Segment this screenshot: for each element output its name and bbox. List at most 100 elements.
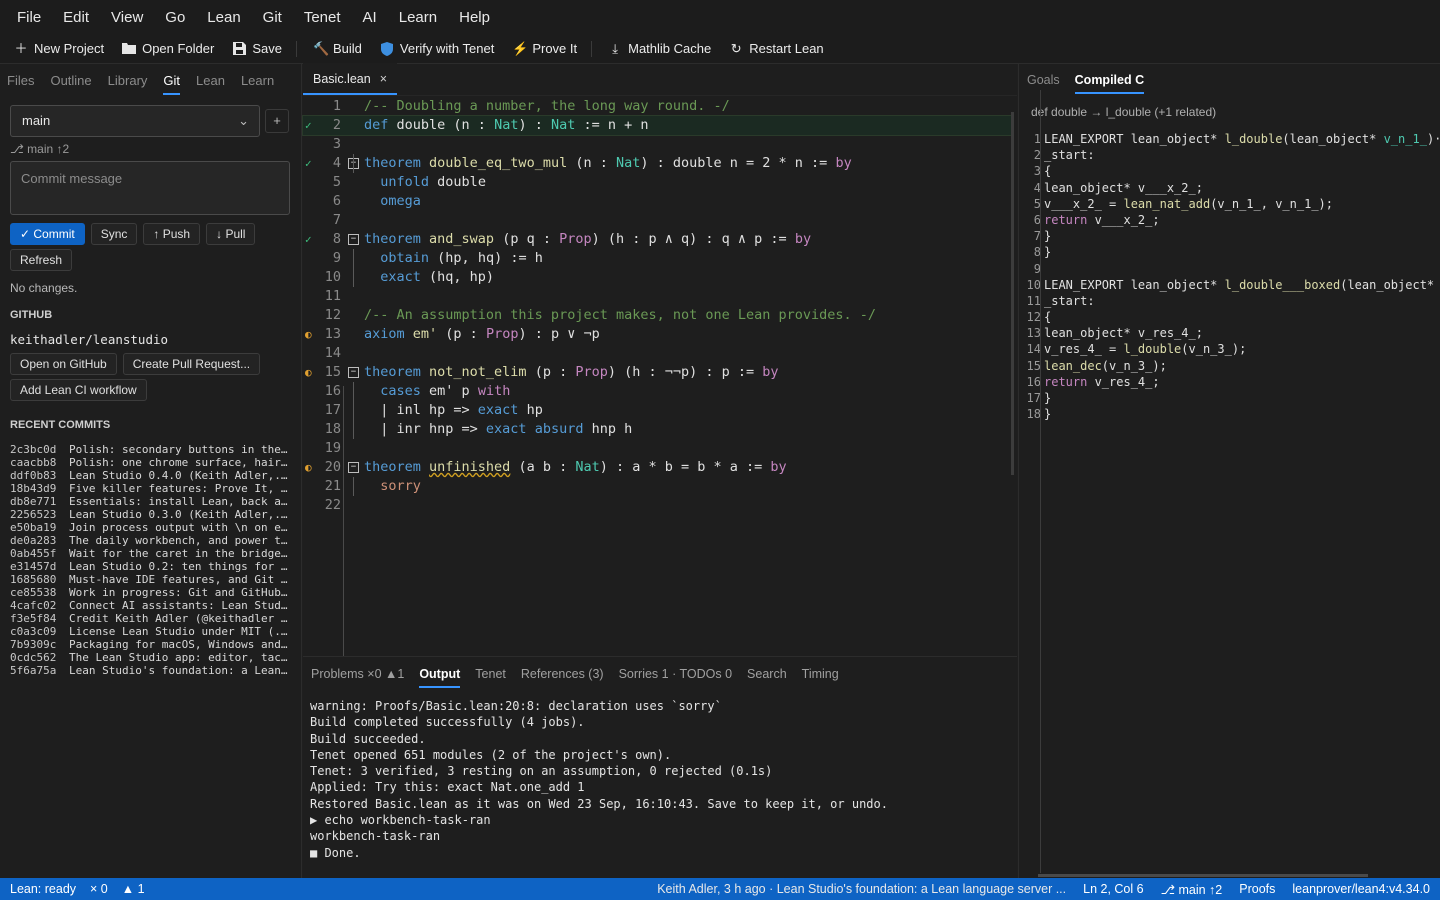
menu-file[interactable]: File	[6, 9, 52, 26]
menu-go[interactable]: Go	[154, 9, 196, 26]
menu-tenet[interactable]: Tenet	[293, 9, 352, 26]
code-line[interactable]: 6 omega	[303, 192, 1013, 211]
tab-goals[interactable]: Goals	[1027, 67, 1060, 93]
code-line[interactable]: 20 ◐ − theorem unfinished (a b : Nat) : a *…	[303, 458, 1013, 477]
close-icon[interactable]: ×	[380, 72, 387, 86]
code-line[interactable]: 19	[303, 439, 1013, 458]
pull-button[interactable]: ↓ Pull	[206, 223, 256, 245]
commit-row[interactable]: 7b9309c Packaging for macOS, Windows and.…	[10, 638, 292, 651]
code-line[interactable]: 4✓−theorem double_eq_two_mul (n : Nat) :…	[303, 154, 1013, 173]
commit-row[interactable]: ddf0b83 Lean Studio 0.4.0 (Keith Adler,..…	[10, 469, 292, 482]
editor-scrollbar[interactable]	[1011, 112, 1014, 475]
code-line[interactable]: 9 obtain (hp, hq) := h	[303, 249, 1013, 268]
menu-git[interactable]: Git	[252, 9, 293, 26]
tab-output[interactable]: Output	[419, 661, 460, 688]
branch-select[interactable]: main ⌄	[10, 105, 260, 137]
tab-compiled-c[interactable]: Compiled C	[1074, 67, 1145, 94]
menu-learn[interactable]: Learn	[388, 9, 448, 26]
commit-row[interactable]: 2c3bc0d Polish: secondary buttons in the.…	[10, 443, 292, 456]
code-line[interactable]: 16 cases em' p with	[303, 382, 1013, 401]
commit-row[interactable]: caacbb8 Polish: one chrome surface, hair.…	[10, 456, 292, 469]
restart-lean-button[interactable]: ↻ Restart Lean	[729, 41, 824, 56]
code-line[interactable]: 5 unfold double	[303, 173, 1013, 192]
code-line[interactable]: 11	[303, 287, 1013, 306]
code-line[interactable]: 14	[303, 344, 1013, 363]
tab-references[interactable]: References (3)	[521, 661, 604, 687]
commit-row[interactable]: c0a3c09 License Lean Studio under MIT (..…	[10, 625, 292, 638]
cursor-position[interactable]: Ln 2, Col 6	[1083, 882, 1143, 896]
refresh-button[interactable]: Refresh	[10, 249, 73, 271]
tab-library[interactable]: Library	[108, 67, 148, 94]
tab-tenet[interactable]: Tenet	[475, 661, 506, 687]
open-github-button[interactable]: Open on GitHub	[10, 353, 117, 375]
commit-row[interactable]: ce85538 Work in progress: Git and GitHub.…	[10, 586, 292, 599]
fold-icon[interactable]: −	[348, 234, 359, 245]
sync-button[interactable]: Sync	[90, 223, 138, 245]
new-project-button[interactable]: ＋ New Project	[14, 41, 104, 56]
commit-row[interactable]: e50ba19 Join process output with \n on e.…	[10, 521, 292, 534]
toolchain[interactable]: leanprover/lean4:v4.34.0	[1292, 882, 1430, 896]
commit-row[interactable]: e31457d Lean Studio 0.2: ten things for .…	[10, 560, 292, 573]
code-line[interactable]: 22	[303, 496, 1013, 515]
code-line[interactable]: 21 sorry	[303, 477, 1013, 496]
editor-tab-basic[interactable]: Basic.lean ×	[303, 63, 397, 95]
code-line[interactable]: 3	[303, 135, 1013, 154]
add-ci-button[interactable]: Add Lean CI workflow	[10, 379, 147, 401]
open-folder-button[interactable]: Open Folder	[122, 41, 214, 56]
menu-help[interactable]: Help	[448, 9, 501, 26]
commit-row[interactable]: db8e771 Essentials: install Lean, back a.…	[10, 495, 292, 508]
tab-lean[interactable]: Lean	[196, 67, 225, 94]
blame-info[interactable]: Keith Adler, 3 h ago · Lean Studio's fou…	[657, 882, 1066, 896]
prove-it-button[interactable]: ⚡ Prove It	[512, 41, 577, 56]
code-line[interactable]: 1 /-- Doubling a number, the long way rou…	[303, 97, 1013, 116]
tab-timing[interactable]: Timing	[802, 661, 839, 687]
code-line[interactable]: 10 exact (hq, hp)	[303, 268, 1013, 287]
tab-outline[interactable]: Outline	[50, 67, 91, 94]
tab-learn[interactable]: Learn	[241, 67, 274, 94]
code-line[interactable]: 8 ✓ − theorem and_swap (p q : Prop) (h : p …	[303, 230, 1013, 249]
commit-message-input[interactable]: Commit message	[10, 161, 290, 215]
commit-button[interactable]: ✓ Commit	[10, 223, 85, 245]
commit-row[interactable]: 18b43d9 Five killer features: Prove It, .…	[10, 482, 292, 495]
tab-git[interactable]: Git	[163, 67, 180, 95]
menu-lean[interactable]: Lean	[196, 9, 251, 26]
code-line[interactable]: 7	[303, 211, 1013, 230]
branch-status[interactable]: ⎇ main ↑2	[1161, 882, 1223, 897]
error-count[interactable]: × 0	[90, 882, 108, 896]
fold-icon[interactable]: −	[348, 462, 359, 473]
code-line[interactable]: 12 /-- An assumption this project makes, …	[303, 306, 1013, 325]
code-line[interactable]: 17 | inl hp => exact hp	[303, 401, 1013, 420]
commit-row[interactable]: 2256523 Lean Studio 0.3.0 (Keith Adler,..…	[10, 508, 292, 521]
commit-row[interactable]: 4cafc02 Connect AI assistants: Lean Stud.…	[10, 599, 292, 612]
mathlib-cache-button[interactable]: ⤓ Mathlib Cache	[608, 41, 711, 56]
code-line[interactable]: 2 ✓ def double (n : Nat) : Nat := n + n	[302, 115, 1014, 136]
commit-row[interactable]: 0cdc562 The Lean Studio app: editor, tac.…	[10, 651, 292, 664]
warning-count[interactable]: ▲ 1	[122, 882, 145, 896]
code-line[interactable]: 18 | inr hnp => exact absurd hnp h	[303, 420, 1013, 439]
tab-sorries[interactable]: Sorries 1 · TODOs 0	[619, 661, 732, 687]
code-line[interactable]: 15 ◐ − theorem not_not_elim (p : Prop) (h :…	[303, 363, 1013, 382]
commit-row[interactable]: 5f6a75a Lean Studio's foundation: a Lean.…	[10, 664, 292, 677]
project-name[interactable]: Proofs	[1239, 882, 1275, 896]
code-line[interactable]: 13 ◐ axiom em' (p : Prop) : p ∨ ¬p	[303, 325, 1013, 344]
tab-files[interactable]: Files	[7, 67, 34, 94]
commit-row[interactable]: f3e5f84 Credit Keith Adler (@keithadler .…	[10, 612, 292, 625]
tab-search[interactable]: Search	[747, 661, 787, 687]
commit-row[interactable]: 1685680 Must-have IDE features, and Git .…	[10, 573, 292, 586]
tab-problems[interactable]: Problems ×0 ▲1	[311, 661, 404, 687]
menu-edit[interactable]: Edit	[52, 9, 100, 26]
commit-row[interactable]: de0a283 The daily workbench, and power t.…	[10, 534, 292, 547]
commit-row[interactable]: 0ab455f Wait for the caret in the bridge.…	[10, 547, 292, 560]
menu-ai[interactable]: AI	[352, 9, 388, 26]
push-button[interactable]: ↑ Push	[143, 223, 201, 245]
save-button[interactable]: Save	[232, 41, 282, 56]
build-button[interactable]: 🔨 Build	[313, 41, 362, 56]
lean-status[interactable]: Lean: ready	[10, 882, 76, 896]
create-pr-button[interactable]: Create Pull Request...	[122, 353, 261, 375]
verify-tenet-button[interactable]: Verify with Tenet	[380, 41, 494, 56]
menu-view[interactable]: View	[100, 9, 154, 26]
fold-icon[interactable]: −	[348, 367, 359, 378]
info-hscrollbar[interactable]	[1038, 874, 1368, 877]
new-branch-button[interactable]: +	[265, 109, 289, 133]
